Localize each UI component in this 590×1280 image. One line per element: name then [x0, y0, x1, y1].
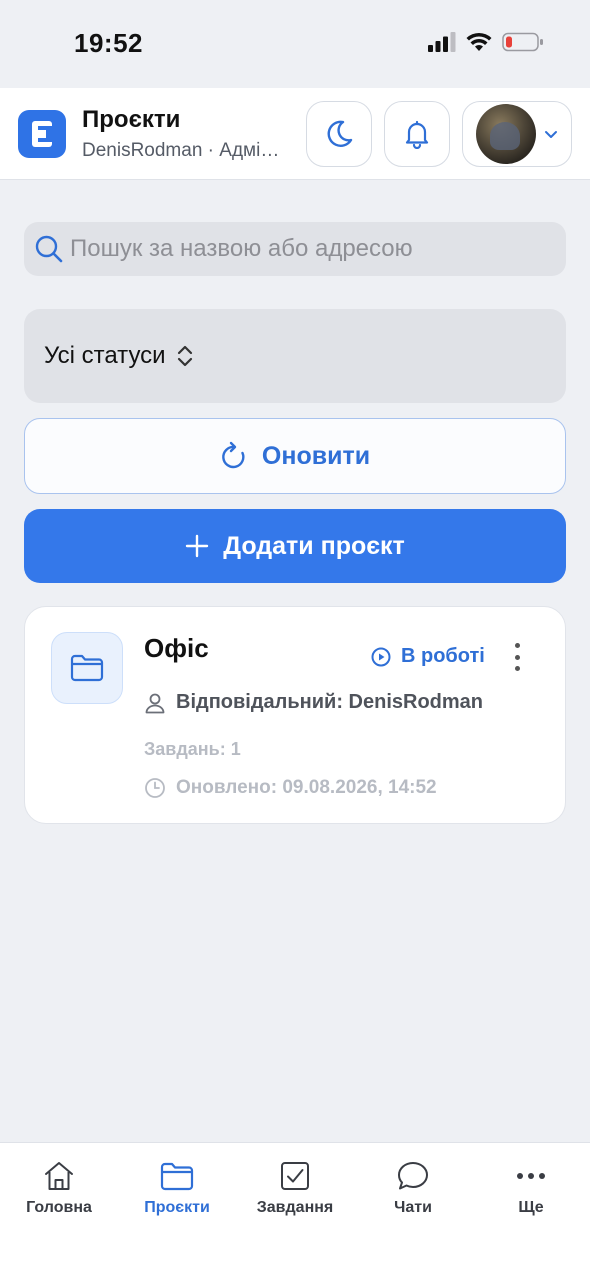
more-dot	[514, 643, 520, 648]
status-filter-value: Усі статуси	[44, 342, 166, 369]
nav-label-chats: Чати	[394, 1199, 432, 1216]
status-icons	[428, 32, 544, 52]
plus-icon	[186, 534, 209, 558]
search-input[interactable]	[70, 222, 550, 276]
status-time: 19:52	[74, 28, 143, 58]
theme-toggle-button[interactable]	[306, 101, 372, 167]
more-dot	[514, 654, 520, 660]
nav-label-projects: Проєкти	[144, 1199, 210, 1216]
more-dots-icon	[517, 1173, 545, 1179]
nav-item-tasks[interactable]: Завдання	[236, 1159, 354, 1217]
folder-icon	[160, 1162, 194, 1191]
person-icon	[145, 693, 165, 713]
wifi-icon	[466, 32, 492, 51]
bell-icon	[405, 120, 429, 149]
refresh-label: Оновити	[261, 441, 371, 470]
battery-icon	[502, 32, 543, 52]
project-folder-badge	[51, 632, 123, 704]
project-updated-row: Оновлено: 09.08.2026, 14:52	[144, 777, 437, 799]
search-icon	[35, 235, 63, 263]
status-bar: 19:52	[0, 0, 590, 88]
project-updated-at: Оновлено: 09.08.2026, 14:52	[176, 777, 437, 798]
logo-e-icon	[32, 121, 52, 147]
nav-label-more: Ще	[518, 1199, 544, 1216]
avatar	[476, 104, 536, 164]
add-project-button[interactable]: Додати проєкт	[24, 509, 566, 583]
nav-item-more[interactable]: Ще	[472, 1159, 590, 1217]
refresh-icon	[222, 441, 245, 469]
checkbox-icon	[281, 1162, 309, 1190]
folder-icon	[70, 654, 104, 682]
page-title: Проєкти	[82, 106, 181, 133]
chevron-updown-icon	[177, 345, 192, 367]
moon-icon	[327, 120, 353, 147]
nav-label-tasks: Завдання	[256, 1199, 334, 1216]
app-logo	[18, 110, 66, 158]
add-project-label: Додати проєкт	[223, 531, 405, 560]
chat-icon	[398, 1162, 428, 1190]
user-role-subtitle: DenisRodman · Адміністратор	[82, 140, 287, 161]
nav-item-home[interactable]: Головна	[0, 1159, 118, 1217]
project-responsible: Відповідальний: DenisRodman	[176, 691, 484, 713]
nav-item-projects[interactable]: Проєкти	[118, 1159, 236, 1217]
notifications-button[interactable]	[384, 101, 450, 167]
project-responsible-row: Відповідальний: DenisRodman	[144, 691, 483, 714]
profile-menu-button[interactable]	[462, 101, 572, 167]
nav-item-chats[interactable]: Чати	[354, 1159, 472, 1217]
bottom-navigation: Головна Проєкти Завдання Чати Ще	[0, 1142, 590, 1280]
project-task-count: Завдань: 1	[144, 739, 241, 759]
search-bar	[24, 222, 566, 276]
more-dot	[514, 666, 520, 671]
project-status-label: В роботі	[401, 645, 485, 667]
project-status-badge: В роботі	[371, 645, 485, 668]
nav-label-home: Головна	[26, 1199, 92, 1216]
clock-icon	[145, 778, 165, 798]
project-name: Офіс	[144, 633, 209, 663]
app-header: Проєкти DenisRodman · Адміністратор	[0, 88, 590, 180]
refresh-button[interactable]: Оновити	[24, 418, 566, 494]
play-circle-icon	[371, 647, 391, 666]
home-icon	[45, 1162, 73, 1190]
chevron-down-icon	[545, 131, 557, 138]
project-more-button[interactable]	[507, 643, 527, 671]
project-card[interactable]: Офіс В роботі Відповідальний: DenisRodma…	[24, 606, 566, 824]
status-filter-select[interactable]: Усі статуси	[24, 309, 566, 403]
signal-icon	[428, 32, 456, 52]
